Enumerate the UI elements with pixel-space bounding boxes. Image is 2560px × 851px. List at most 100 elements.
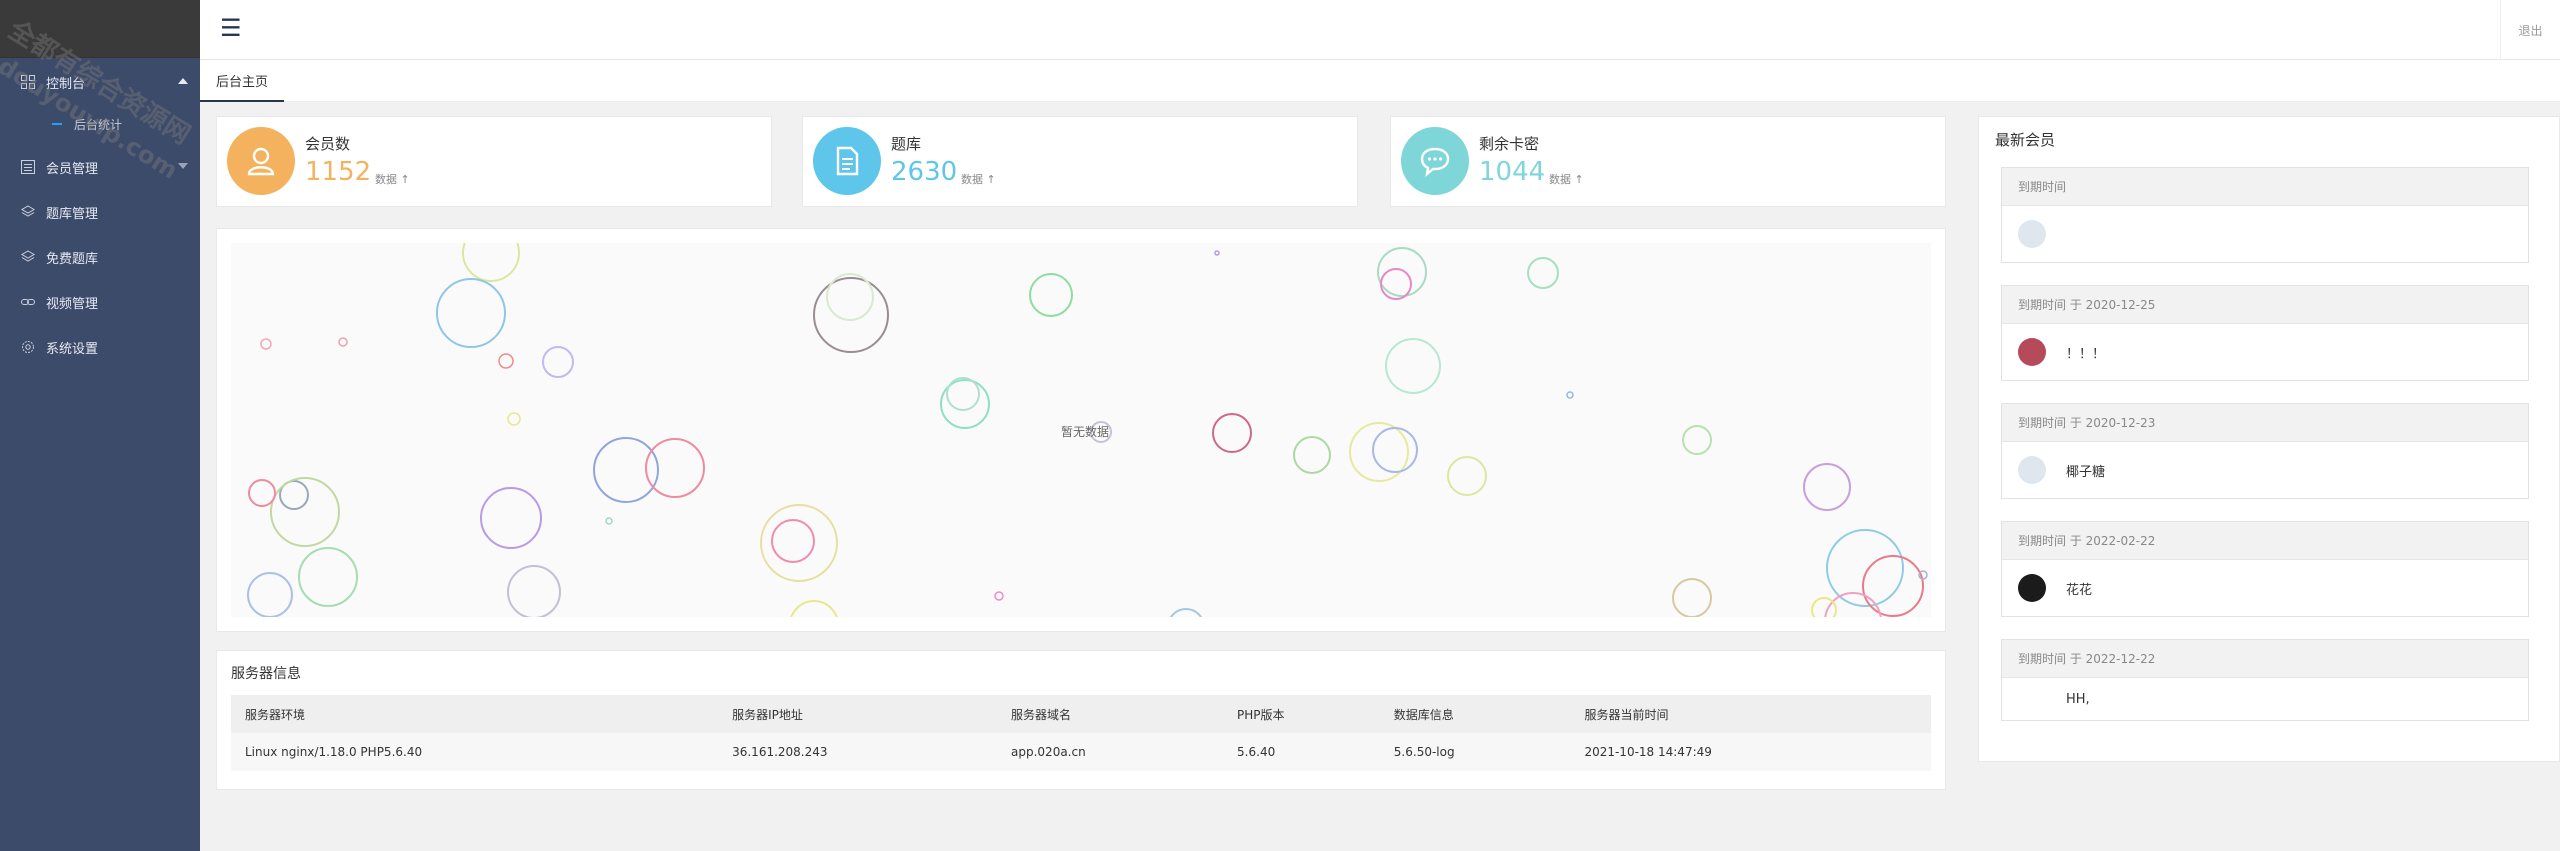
stat-card-cards: 剩余卡密 1044 数据 ↑ (1390, 116, 1946, 207)
sidebar-subitem-stats[interactable]: 后台统计 (0, 109, 200, 139)
decorative-bubble (1672, 578, 1712, 617)
decorative-bubble (498, 353, 514, 369)
table-cell: Linux nginx/1.18.0 PHP5.6.40 (231, 733, 719, 771)
tab-home[interactable]: 后台主页 (200, 60, 284, 102)
sidebar: 控制台 后台统计 会员管理 题库管理 免费题库 视频管理 系统设置 (0, 0, 200, 851)
decorative-bubble (645, 438, 705, 498)
member-expiry: 到期时间 于 2022-12-22 (2002, 640, 2528, 678)
column-header: 服务器IP地址 (718, 695, 998, 733)
decorative-bubble (1385, 338, 1441, 394)
stat-note: 数据 ↑ (1549, 173, 1584, 186)
decorative-bubble (247, 572, 293, 617)
sidebar-item-label: 视频管理 (46, 296, 99, 312)
member-expiry: 到期时间 于 2020-12-25 (2002, 286, 2528, 324)
caret-up-icon (178, 78, 188, 84)
sidebar-item-question-bank[interactable]: 题库管理 (0, 194, 200, 230)
decorative-bubble (1029, 273, 1073, 317)
decorative-bubble (790, 600, 838, 617)
member-expiry: 到期时间 于 2020-12-23 (2002, 404, 2528, 442)
decorative-bubble (1372, 427, 1418, 473)
sidebar-item-free-bank[interactable]: 免费题库 (0, 239, 200, 275)
member-name: HH, (2066, 691, 2090, 707)
member-item[interactable]: 到期时间 于 2022-12-22 HH, (2001, 639, 2529, 721)
decorative-bubble (826, 273, 874, 321)
latest-members-panel: 最新会员 到期时间 到期时间 于 2020-12-25 ！！！ 到期时间 于 2… (1978, 116, 2560, 762)
member-expiry: 到期时间 于 2022-02-22 (2002, 522, 2528, 560)
user-icon (227, 127, 295, 195)
avatar (2018, 574, 2046, 602)
table-cell: 36.161.208.243 (718, 733, 998, 771)
decorative-bubble (1169, 608, 1203, 617)
decorative-bubble (462, 243, 520, 282)
empty-state-label: 暂无数据 (1061, 425, 1110, 439)
sidebar-item-video[interactable]: 视频管理 (0, 284, 200, 320)
member-name: 椰子糖 (2066, 464, 2106, 480)
column-header: 服务器域名 (997, 695, 1224, 733)
sidebar-item-label: 控制台 (46, 76, 86, 92)
decorative-bubble (1811, 597, 1837, 617)
decorative-bubble (507, 412, 521, 426)
member-item[interactable]: 到期时间 于 2022-02-22 花花 (2001, 521, 2529, 617)
chart-panel: 暂无数据 (216, 228, 1946, 632)
decorative-bubble (1527, 257, 1559, 289)
decorative-bubble (436, 278, 506, 348)
member-item[interactable]: 到期时间 于 2020-12-25 ！！！ (2001, 285, 2529, 381)
decorative-bubble (338, 337, 348, 347)
server-info-table: 服务器环境 服务器IP地址 服务器域名 PHP版本 数据库信息 服务器当前时间 … (231, 695, 1931, 771)
logout-button[interactable]: 退出 (2500, 0, 2560, 60)
sidebar-item-label: 会员管理 (46, 161, 99, 177)
sidebar-item-label: 免费题库 (46, 251, 99, 267)
decorative-bubble (1293, 436, 1331, 474)
decorative-bubble (542, 346, 574, 378)
table-cell: 2021-10-18 14:47:49 (1570, 733, 1931, 771)
member-body: HH, (2002, 678, 2528, 720)
sidebar-item-console[interactable]: 控制台 (0, 64, 200, 100)
column-header: PHP版本 (1223, 695, 1380, 733)
decorative-bubble (248, 479, 276, 507)
decorative-bubble (994, 591, 1004, 601)
decorative-bubble (605, 517, 613, 525)
member-expiry: 到期时间 (2002, 168, 2528, 206)
layers-icon (20, 249, 36, 265)
decorative-bubble (1214, 250, 1220, 256)
stat-value: 1044 (1479, 157, 1546, 187)
latest-members-title: 最新会员 (1995, 131, 2056, 149)
table-row: Linux nginx/1.18.0 PHP5.6.40 36.161.208.… (231, 733, 1931, 771)
link-icon (20, 294, 36, 310)
tab-bar: 后台主页 (200, 60, 2560, 102)
stat-note: 数据 ↑ (961, 173, 996, 186)
server-info-panel: 服务器信息 服务器环境 服务器IP地址 服务器域名 PHP版本 数据库信息 服务… (216, 650, 1946, 790)
gear-icon (20, 339, 36, 355)
decorative-bubble (1447, 456, 1487, 496)
chart-area: 暂无数据 (231, 243, 1931, 617)
sidebar-item-settings[interactable]: 系统设置 (0, 329, 200, 365)
active-indicator (52, 123, 62, 125)
column-header: 服务器环境 (231, 695, 719, 733)
decorative-bubble (298, 547, 358, 607)
table-cell: app.020a.cn (997, 733, 1224, 771)
sidebar-item-members[interactable]: 会员管理 (0, 149, 200, 185)
stat-note: 数据 ↑ (375, 173, 410, 186)
sidebar-subitem-label: 后台统计 (74, 117, 123, 132)
stat-title: 剩余卡密 (1479, 135, 1540, 153)
decorative-bubble (270, 477, 340, 547)
table-cell: 5.6.50-log (1379, 733, 1571, 771)
menu-toggle-icon[interactable]: ☰ (220, 16, 244, 40)
decorative-bubble (593, 437, 659, 503)
avatar (2018, 456, 2046, 484)
decorative-bubble (1212, 413, 1252, 453)
grid-icon (20, 74, 36, 90)
member-body: ！！！ (2002, 324, 2528, 380)
decorative-bubble (260, 338, 272, 350)
decorative-bubble (1377, 247, 1427, 297)
table-cell: 5.6.40 (1223, 733, 1380, 771)
decorative-bubble (480, 487, 542, 549)
avatar (2018, 338, 2046, 366)
stat-card-members: 会员数 1152 数据 ↑ (216, 116, 772, 207)
decorative-bubble (1566, 391, 1574, 399)
member-item[interactable]: 到期时间 于 2020-12-23 椰子糖 (2001, 403, 2529, 499)
member-item[interactable]: 到期时间 (2001, 167, 2529, 263)
decorative-bubble (1862, 555, 1924, 617)
sidebar-item-label: 系统设置 (46, 341, 99, 357)
member-body: 椰子糖 (2002, 442, 2528, 498)
